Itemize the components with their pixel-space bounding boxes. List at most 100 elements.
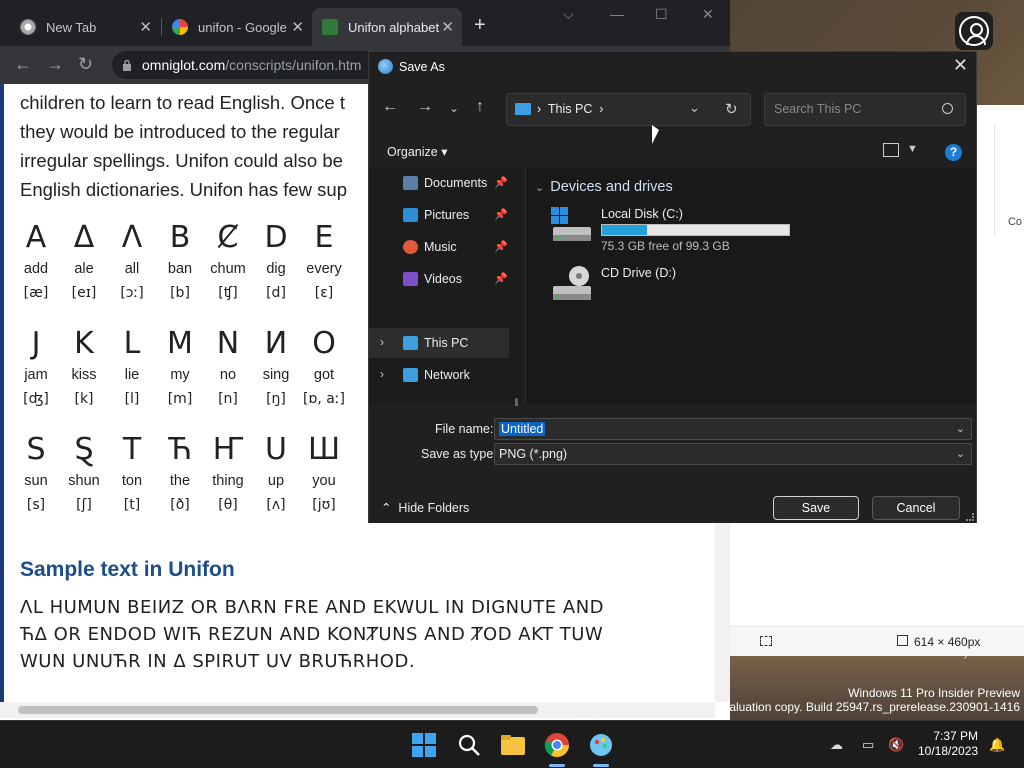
collapse-chevron-icon[interactable]: ⌄	[535, 182, 544, 194]
file-name-value: Untitled	[499, 422, 546, 436]
breadcrumb-dropdown-icon[interactable]: ⌄	[689, 100, 700, 116]
example-word: sing	[262, 367, 290, 383]
search-icon[interactable]	[456, 732, 482, 758]
ipa-value: [θ]	[218, 497, 238, 513]
unifon-glyph: Ȿ	[74, 432, 94, 467]
up-arrow-icon[interactable]: ↑	[476, 98, 484, 116]
forward-arrow-icon[interactable]: →	[417, 98, 433, 116]
pane-divider[interactable]	[525, 168, 526, 404]
nav-label: This PC	[424, 336, 469, 350]
expand-chevron-icon[interactable]: ›	[380, 335, 384, 349]
close-dialog-icon[interactable]: ✕	[953, 55, 968, 76]
help-icon[interactable]: ?	[945, 144, 962, 161]
sample-line: ЋΔ OR ENDOD WIЋ REZUN AND KONȾUNS AND ȾO…	[20, 624, 604, 645]
system-clock[interactable]: 7:37 PM 10/18/2023	[918, 729, 978, 759]
chrome-icon[interactable]	[544, 732, 570, 758]
volume-muted-icon[interactable]: 🔇	[888, 737, 904, 753]
horizontal-scrollbar[interactable]	[0, 702, 715, 718]
refresh-icon[interactable]: ↻	[725, 100, 738, 118]
nav-item-music[interactable]: Music 📌	[369, 232, 509, 262]
pin-icon[interactable]: 📌	[494, 208, 508, 221]
nav-item-this-pc[interactable]: › This PC	[369, 328, 509, 358]
view-options-icon[interactable]	[883, 143, 899, 157]
paragraph-line: they would be introduced to the regular	[20, 121, 340, 142]
back-arrow-icon[interactable]: ←	[14, 54, 32, 75]
drive-name: Local Disk (C:)	[601, 207, 683, 221]
unifon-glyph: N	[216, 326, 240, 361]
close-tab-icon[interactable]: ✕	[139, 18, 152, 36]
resize-grip[interactable]	[966, 513, 974, 521]
example-word: all	[124, 261, 140, 277]
close-tab-icon[interactable]: ✕	[441, 18, 454, 36]
unifon-glyph: K	[74, 326, 94, 361]
example-word: my	[170, 367, 190, 383]
letter-cell: Иsing [ŋ]	[252, 326, 300, 407]
tab-unifon-google[interactable]: unifon - Google ✕	[162, 8, 312, 46]
save-button[interactable]: Save	[773, 496, 859, 520]
unifon-glyph: U	[265, 432, 287, 467]
chevron-down-icon[interactable]: ⌄	[956, 447, 965, 460]
nav-item-network[interactable]: › Network	[369, 360, 509, 390]
unifon-glyph: Ҥ	[212, 432, 244, 467]
dialog-title: Save As	[399, 60, 445, 74]
file-name-field[interactable]: Untitled ⌄	[494, 418, 972, 440]
back-arrow-icon[interactable]: ←	[382, 98, 398, 116]
network-status-icon[interactable]: ▭	[862, 737, 874, 753]
nav-item-videos[interactable]: Videos 📌	[369, 264, 509, 294]
pin-icon[interactable]: 📌	[494, 240, 508, 253]
forward-arrow-icon[interactable]: →	[46, 54, 64, 75]
letter-cell: Ȼchum [ʧ]	[204, 220, 252, 301]
selection-icon[interactable]	[760, 636, 772, 646]
file-explorer-icon[interactable]	[500, 732, 526, 758]
save-type-value: PNG (*.png)	[499, 447, 568, 461]
example-word: jam	[24, 367, 48, 383]
weather-cloud-icon[interactable]: ☁	[830, 737, 843, 753]
example-word: thing	[212, 473, 244, 489]
letter-cell: Ȿshun [ʃ]	[60, 432, 108, 513]
paint-icon[interactable]	[588, 732, 614, 758]
devices-group-header[interactable]: ⌄ Devices and drives	[535, 179, 673, 195]
breadcrumb-this-pc[interactable]: This PC	[548, 102, 592, 116]
view-dropdown-icon[interactable]: ▼	[907, 143, 918, 155]
close-tab-icon[interactable]: ✕	[291, 18, 304, 36]
start-icon[interactable]	[411, 732, 437, 758]
hide-folders-button[interactable]: ⌃ Hide Folders	[381, 500, 469, 515]
nav-label: Documents	[424, 176, 488, 190]
paint-running-indicator	[593, 764, 609, 767]
expand-chevron-icon[interactable]: ›	[380, 367, 384, 381]
tab-search-chevron-icon[interactable]: ⌵	[563, 6, 574, 23]
dialog-command-bar: Organize ▾ ▼ ?	[369, 137, 976, 167]
profile-button[interactable]	[955, 12, 993, 50]
nav-label: Network	[424, 368, 470, 382]
scrollbar-thumb[interactable]	[18, 706, 538, 714]
example-word: kiss	[71, 367, 97, 383]
page-left-border	[0, 84, 4, 702]
unifon-glyph: S	[26, 432, 46, 467]
tab-unifon-alphabet[interactable]: Unifon alphabet ✕	[312, 8, 462, 46]
drive-local-disk-c[interactable]: Local Disk (C:) 75.3 GB free of 99.3 GB	[549, 205, 849, 255]
pin-icon[interactable]: 📌	[494, 176, 508, 189]
minimize-icon[interactable]: —	[610, 6, 624, 22]
cancel-button[interactable]: Cancel	[872, 496, 960, 520]
drive-cd-d[interactable]: CD Drive (D:)	[549, 264, 849, 314]
maximize-icon[interactable]: ☐	[655, 6, 668, 23]
nav-item-documents[interactable]: Documents 📌	[369, 168, 509, 198]
notification-bell-icon[interactable]: 🔔	[989, 737, 1005, 753]
unifon-glyph: E	[314, 220, 334, 255]
ipa-value: [b]	[170, 285, 190, 301]
new-tab-plus-icon[interactable]: +	[474, 14, 486, 37]
pin-icon[interactable]: 📌	[494, 272, 508, 285]
search-input[interactable]: Search This PC	[764, 93, 966, 126]
address-bar[interactable]: omniglot.com/conscripts/unifon.htm	[112, 51, 402, 79]
organize-button[interactable]: Organize ▾	[387, 144, 447, 159]
chevron-down-icon[interactable]: ⌄	[956, 422, 965, 435]
reload-icon[interactable]: ↻	[78, 54, 93, 75]
recent-locations-chevron-icon[interactable]: ⌄	[449, 101, 459, 115]
nav-item-pictures[interactable]: Pictures 📌	[369, 200, 509, 230]
example-word: ban	[167, 261, 193, 277]
save-type-select[interactable]: PNG (*.png) ⌄	[494, 443, 972, 465]
close-window-icon[interactable]: ✕	[702, 6, 714, 23]
breadcrumb[interactable]: › This PC › ⌄ ↻	[506, 93, 751, 126]
tab-new-tab[interactable]: New Tab ✕	[10, 8, 160, 46]
music-icon	[403, 240, 418, 254]
